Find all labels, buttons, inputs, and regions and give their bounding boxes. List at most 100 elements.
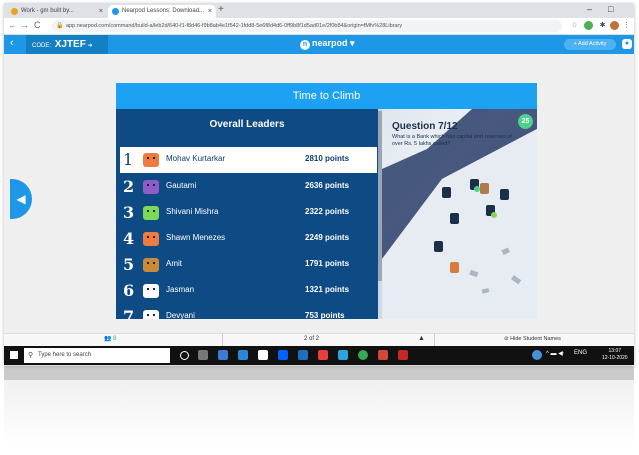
tab-nearpod[interactable]: Nearpod Lessons: Download... × <box>108 5 216 18</box>
minimize-button[interactable]: – <box>587 4 592 14</box>
menu-icon[interactable]: ⋮ <box>622 21 631 30</box>
leader-row: 1 Mohav Kurtarkar 2810 points <box>120 147 377 173</box>
external-link-icon: ➔ <box>87 43 93 49</box>
taskbar-search[interactable]: ⚲ Type here to search <box>24 348 170 363</box>
task-view-icon[interactable] <box>198 350 208 360</box>
leader-row: 7 Devyani 753 points <box>120 304 377 319</box>
leader-row: 5 Amit 1791 points <box>120 252 377 278</box>
student-avatar <box>143 258 159 272</box>
windows-start-icon[interactable] <box>10 351 18 359</box>
tab-favicon-icon <box>112 8 119 15</box>
students-count: 8 <box>113 336 117 342</box>
tab-work[interactable]: Work - gm built by... × <box>7 5 107 18</box>
leaderboard-heading: Overall Leaders <box>209 119 285 130</box>
chevron-left-icon[interactable]: ‹ <box>10 37 14 49</box>
browser-window: Work - gm built by... × Nearpod Lessons:… <box>4 3 634 365</box>
tray-icons[interactable]: ^ ▬ ◀ᐧ <box>546 350 564 357</box>
taskbar-clock[interactable]: 13:07 12-10-2020 <box>602 348 628 362</box>
profile-avatar[interactable] <box>610 21 619 30</box>
leader-points: 2322 points <box>305 207 350 216</box>
leader-name: Mohav Kurtarkar <box>166 154 226 163</box>
leader-name: Amit <box>166 259 182 268</box>
screen-reflection <box>4 366 634 446</box>
leader-row: 2 Gautami 2636 points <box>120 174 377 200</box>
star-icon[interactable]: ☆ <box>570 21 579 30</box>
nearpod-footer: 👥 8 2 of 2 ▲ ⊘ Hide Student Names <box>4 333 634 347</box>
nearpod-header: ‹ CODE: XJTEF ➔ n nearpod ▾ + Add Activit… <box>4 35 634 54</box>
extension-icon[interactable] <box>584 21 593 30</box>
chevron-up-icon[interactable]: ▲ <box>418 335 425 342</box>
marker-dot <box>491 212 497 218</box>
mail-icon[interactable] <box>238 350 248 360</box>
page-indicator: 2 of 2 <box>304 336 320 342</box>
lock-icon: 🔒 <box>56 23 64 29</box>
logo-text: nearpod <box>312 38 348 48</box>
clock-date: 12-10-2020 <box>602 355 628 361</box>
tab-favicon-icon <box>11 8 18 15</box>
hide-names-label: Hide Student Names <box>510 336 561 342</box>
leader-points: 753 points <box>305 311 345 319</box>
add-activity-button[interactable]: + Add Activity <box>564 39 616 50</box>
student-avatar <box>143 310 159 319</box>
app-icon[interactable] <box>378 350 388 360</box>
leader-row: 4 Shawn Menezes 2249 points <box>120 226 377 252</box>
store-icon[interactable] <box>258 350 268 360</box>
files-icon[interactable] <box>298 350 308 360</box>
new-tab-button[interactable]: + <box>218 4 224 15</box>
nearpod-logo-icon: n <box>300 40 310 50</box>
students-icon: 👥 <box>104 336 112 342</box>
app-icon[interactable] <box>398 350 408 360</box>
search-placeholder: Type here to search <box>38 352 92 358</box>
cortana-icon[interactable] <box>180 351 189 360</box>
penguin-player <box>450 213 459 224</box>
chevron-down-icon: ▾ <box>350 38 355 48</box>
clock-time: 13:07 <box>608 348 622 354</box>
forward-button[interactable]: → <box>20 20 29 30</box>
leader-rank: 2 <box>123 177 135 196</box>
user-tray-icon[interactable] <box>532 350 542 360</box>
edge-icon[interactable] <box>218 350 228 360</box>
app-icon[interactable] <box>318 350 328 360</box>
close-tab-icon[interactable]: × <box>208 5 212 18</box>
address-bar[interactable]: 🔒 app.nearpod.com/command/build-a/leb2d/… <box>52 20 562 32</box>
windows-taskbar: ⚲ Type here to search ^ ▬ ◀ᐧ ENG 13:07 1… <box>4 346 634 365</box>
extensions-puzzle-icon[interactable]: ✱ <box>598 21 607 30</box>
leader-row: 6 Jasman 1321 points <box>120 278 377 304</box>
leader-name: Devyani <box>166 311 195 319</box>
student-avatar <box>143 180 159 194</box>
student-avatar <box>143 206 159 220</box>
telegram-icon[interactable] <box>338 350 348 360</box>
question-text: What is a Bank which has capital and res… <box>392 134 512 147</box>
question-area: Question 7/12 What is a Bank which has c… <box>382 109 537 319</box>
leader-name: Jasman <box>166 285 195 294</box>
students-indicator[interactable]: 👥 8 <box>104 335 117 342</box>
leader-rank: 7 <box>123 307 135 319</box>
question-title: Question 7/12 <box>392 121 458 132</box>
student-avatar <box>143 153 159 167</box>
leader-name: Shawn Menezes <box>166 233 226 242</box>
maximize-button[interactable]: □ <box>608 4 613 14</box>
activity-title: Time to Climb <box>116 83 537 109</box>
reload-button[interactable]: C <box>34 20 41 30</box>
reflected-taskbar <box>4 366 634 380</box>
leader-rank: 1 <box>123 150 134 169</box>
hide-student-names-toggle[interactable]: ⊘ Hide Student Names <box>504 336 561 342</box>
user-icon[interactable]: ● <box>622 39 632 49</box>
code-label: CODE: <box>32 43 52 49</box>
back-button[interactable]: ← <box>8 20 17 30</box>
leader-points: 2249 points <box>305 233 350 242</box>
marker-dot <box>474 186 480 192</box>
penguin-player <box>450 262 459 273</box>
tab-label: Work - gm built by... <box>21 8 74 14</box>
countdown-timer: 25 <box>518 114 533 129</box>
leader-rank: 5 <box>123 255 135 274</box>
chrome-icon[interactable] <box>358 350 368 360</box>
previous-slide-button[interactable]: ◀ <box>10 179 32 219</box>
language-indicator[interactable]: ENG <box>574 350 587 356</box>
student-avatar <box>143 284 159 298</box>
close-tab-icon[interactable]: × <box>99 5 103 18</box>
tab-label: Nearpod Lessons: Download... <box>122 8 205 14</box>
dropbox-icon[interactable] <box>278 350 288 360</box>
nearpod-logo[interactable]: n nearpod ▾ <box>300 38 355 50</box>
session-code[interactable]: CODE: XJTEF ➔ <box>26 35 108 54</box>
